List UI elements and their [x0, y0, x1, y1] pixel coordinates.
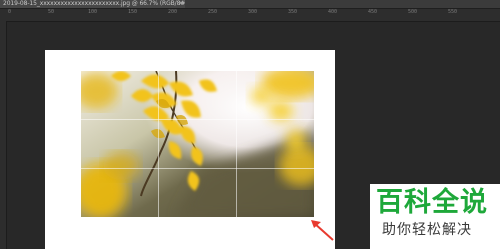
document-tab[interactable]: 2019-08-15_xxxxxxxxxxxxxxxxxxxxxxx.jpg @…	[0, 0, 185, 8]
ruler-tick: 100	[88, 9, 98, 15]
guide-line	[81, 119, 314, 120]
ginkgo-photo[interactable]	[81, 71, 314, 217]
ruler-tick: 350	[288, 9, 298, 15]
close-icon[interactable]: ×	[178, 0, 184, 8]
ginkgo-photo-image	[81, 71, 314, 217]
guide-line	[81, 168, 314, 169]
document-tab-title: 2019-08-15_xxxxxxxxxxxxxxxxxxxxxxx.jpg @…	[3, 0, 185, 7]
watermark-subtitle: 助你轻松解决	[382, 222, 472, 238]
ruler-tick: 0	[8, 9, 12, 15]
horizontal-ruler[interactable]: 0 50 100 150 200 250 300 350 400 450 500…	[0, 9, 500, 22]
ruler-tick: 450	[368, 9, 378, 15]
watermark-title: 百科全说	[376, 187, 488, 218]
baike-watermark: 百科全说 助你轻松解决	[370, 184, 500, 249]
ruler-tick: 50	[48, 9, 55, 15]
ruler-tick: 550	[448, 9, 458, 15]
red-arrow-icon	[311, 220, 334, 241]
vertical-ruler[interactable]	[0, 21, 7, 249]
guide-line	[158, 71, 159, 217]
ruler-tick: 400	[328, 9, 338, 15]
ruler-tick: 150	[128, 9, 138, 15]
ruler-tick: 250	[208, 9, 218, 15]
guide-line	[236, 71, 237, 217]
document-tab-strip: 2019-08-15_xxxxxxxxxxxxxxxxxxxxxxx.jpg @…	[0, 0, 500, 9]
ruler-tick: 300	[248, 9, 258, 15]
ruler-tick: 200	[168, 9, 178, 15]
ruler-tick: 500	[408, 9, 418, 15]
